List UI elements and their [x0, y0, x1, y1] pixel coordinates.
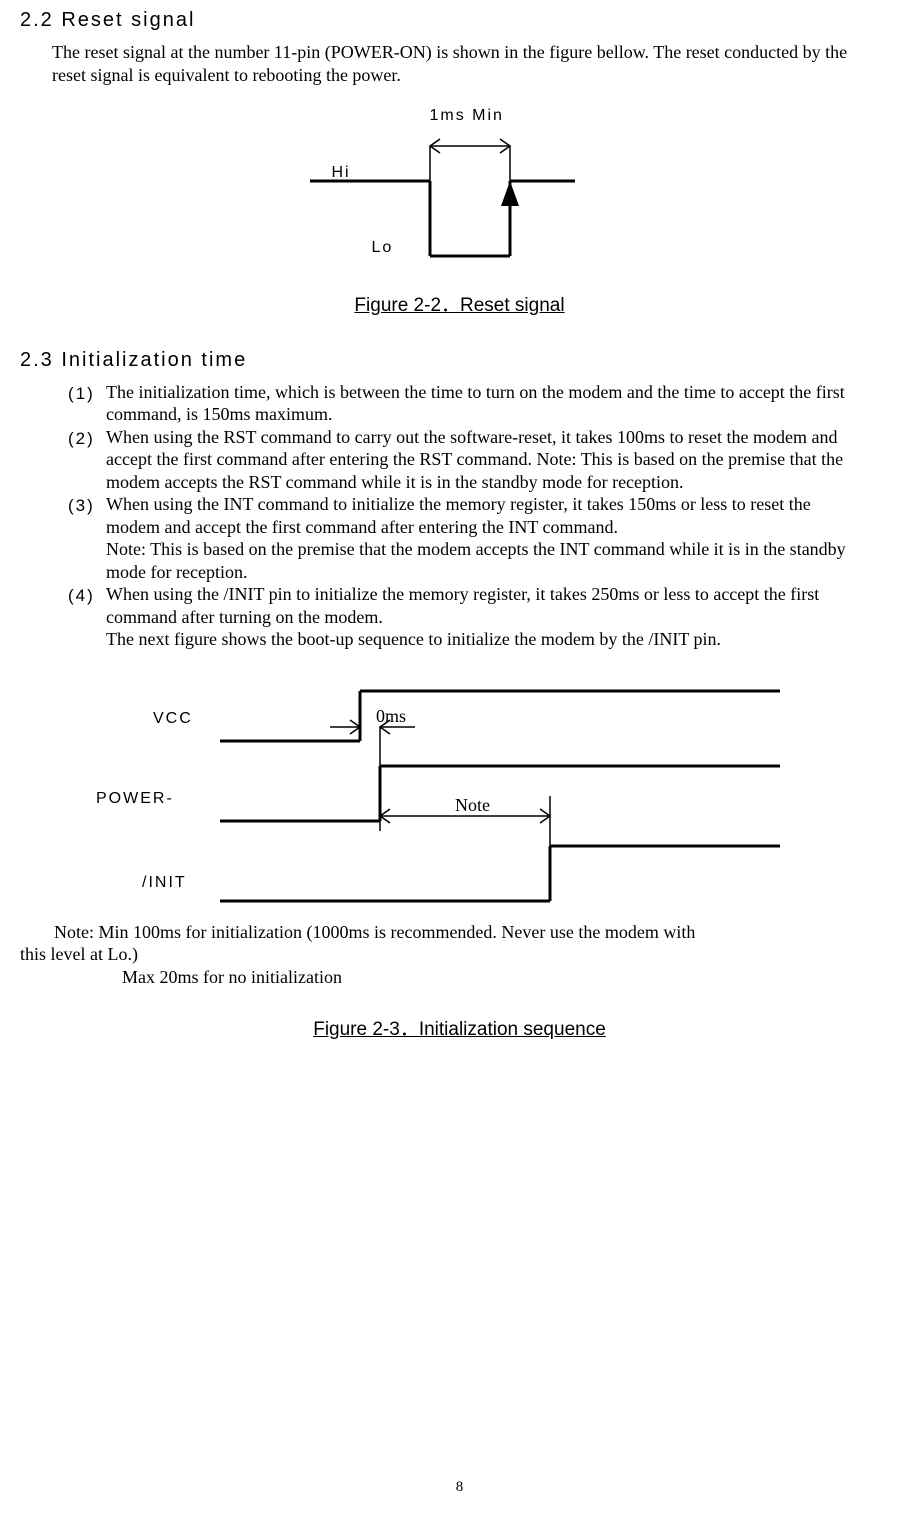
figure-2-2-lo-label: Lo — [372, 238, 394, 258]
note-line-1b: this level at Lo.) — [20, 943, 899, 966]
list-item-text: The initialization time, which is betwee… — [106, 381, 867, 426]
list-item-number: (3) — [68, 493, 106, 583]
list-item-text: When using the /INIT pin to initialize t… — [106, 583, 867, 651]
figure-2-2: 1ms Min Hi Lo Figure 2-2．Rese — [20, 106, 899, 318]
section-2-3-heading: 2.3 Initialization time — [20, 348, 899, 373]
list-item-text: When using the INT command to initialize… — [106, 493, 867, 583]
figure-2-3-note-block: Note: Min 100ms for initialization (1000… — [20, 921, 899, 989]
list-item-number: (1) — [68, 381, 106, 426]
list-item: (4) When using the /INIT pin to initiali… — [68, 583, 867, 651]
note-line-2: Max 20ms for no initialization — [122, 966, 899, 989]
page-number: 8 — [0, 1478, 919, 1497]
figure-2-3: VCC POWER- /INIT 0ms Note — [20, 681, 899, 911]
section-2-2-paragraph: The reset signal at the number 11-pin (P… — [52, 41, 867, 86]
figure-2-3-caption: Figure 2-3．Initialization sequence — [20, 1018, 899, 1042]
list-item: (2) When using the RST command to carry … — [68, 426, 867, 494]
figure-2-2-hi-label: Hi — [332, 163, 351, 183]
list-item-number: (4) — [68, 583, 106, 651]
list-item: (1) The initialization time, which is be… — [68, 381, 867, 426]
note-line-1a: Note: Min 100ms for initialization (1000… — [54, 921, 899, 944]
section-2-2-heading: 2.2 Reset signal — [20, 8, 899, 33]
list-item: (3) When using the INT command to initia… — [68, 493, 867, 583]
figure-2-2-caption: Figure 2-2．Reset signal — [20, 294, 899, 318]
list-item-number: (2) — [68, 426, 106, 494]
list-item-text: When using the RST command to carry out … — [106, 426, 867, 494]
